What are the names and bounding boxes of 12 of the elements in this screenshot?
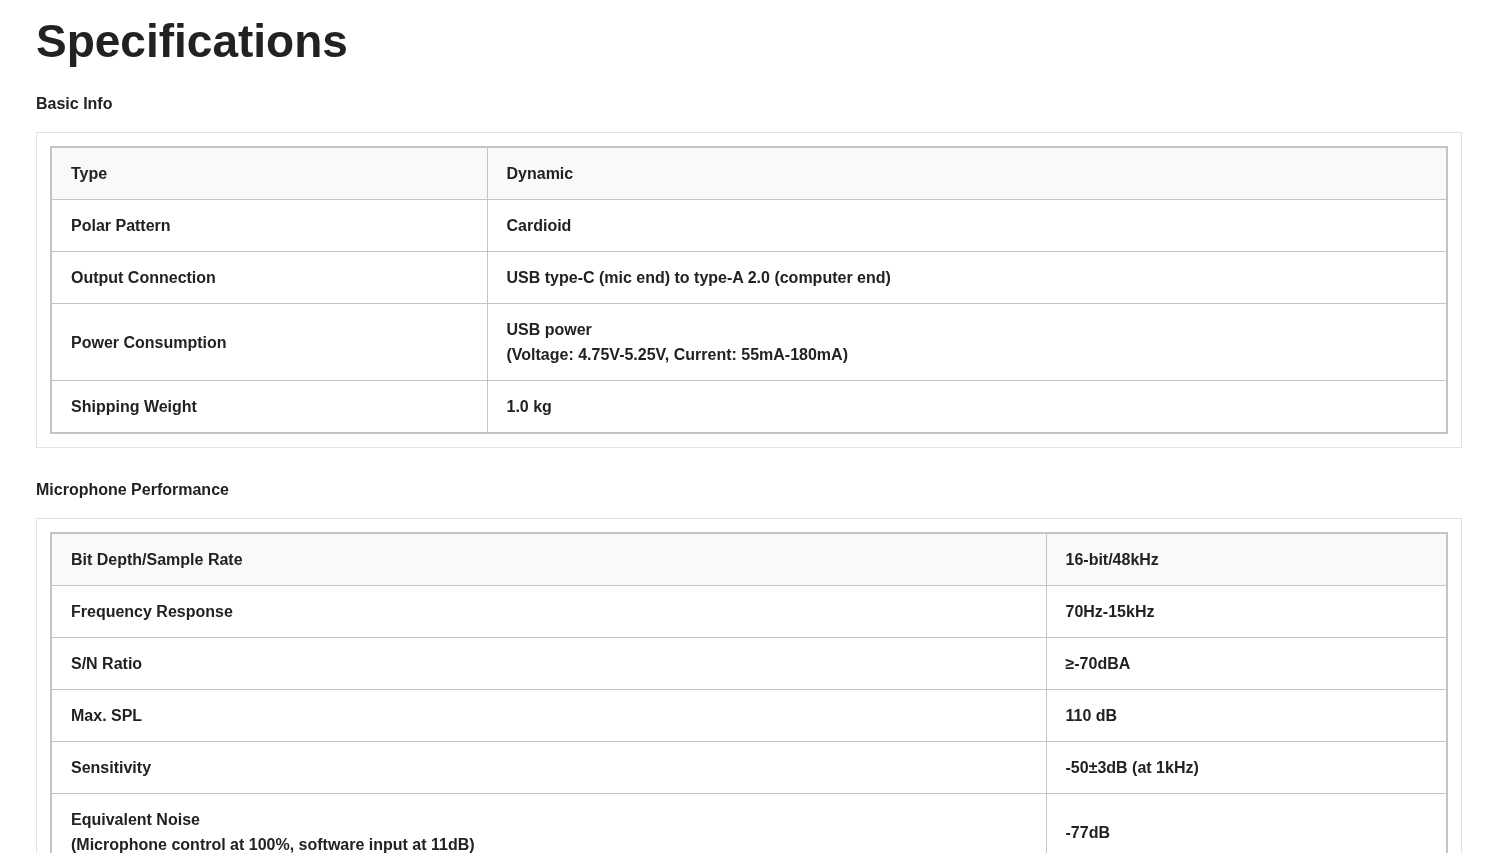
section-title: Microphone Performance xyxy=(36,480,229,500)
page-title: Specifications xyxy=(36,14,348,68)
spec-label: S/N Ratio xyxy=(51,637,1046,690)
spec-label: Bit Depth/Sample Rate xyxy=(51,533,1046,586)
section-title: Basic Info xyxy=(36,94,113,114)
spec-label: Polar Pattern xyxy=(51,199,487,252)
spec-label: Sensitivity xyxy=(51,741,1046,794)
spec-label: Frequency Response xyxy=(51,585,1046,638)
spec-label: Max. SPL xyxy=(51,689,1046,742)
spec-label: Power Consumption xyxy=(51,303,487,381)
spec-label: Output Connection xyxy=(51,251,487,304)
spec-label: Type xyxy=(51,147,487,200)
